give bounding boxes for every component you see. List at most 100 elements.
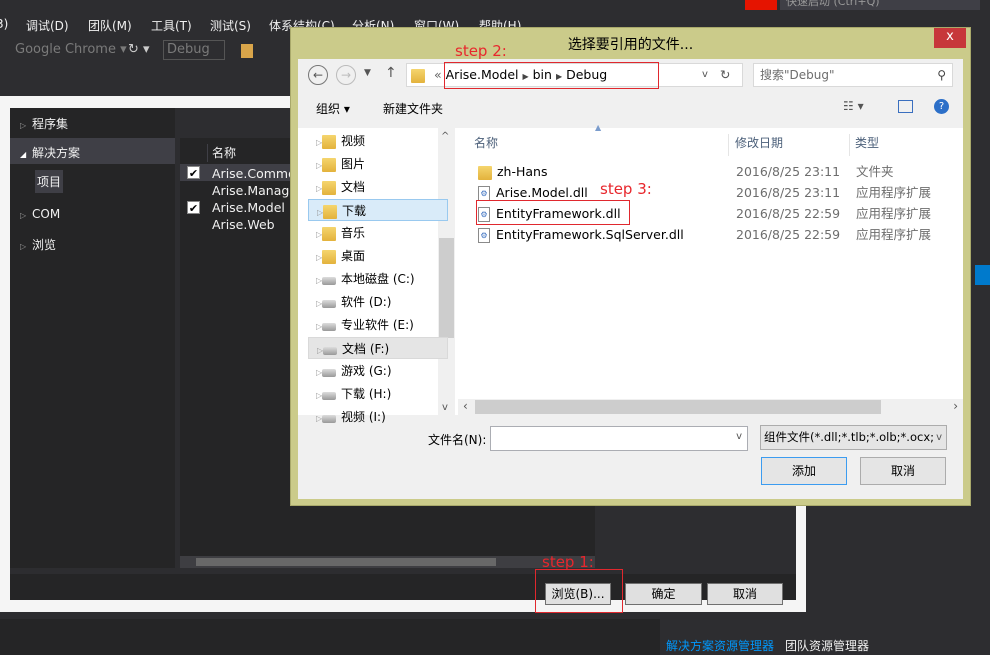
category-assemblies[interactable]: ▷ 程序集 (20, 115, 68, 132)
category-browse[interactable]: ▷ 浏览 (20, 236, 56, 253)
drive-icon (322, 277, 336, 285)
project-row[interactable]: Arise.Manage (212, 183, 297, 198)
menu-test[interactable]: 测试(S) (210, 17, 251, 34)
category-solution[interactable]: ◢ 解决方案 (10, 138, 175, 164)
config-dropdown[interactable]: Debug (163, 40, 225, 60)
file-row[interactable]: ⚙ EntityFramework.SqlServer.dll 2016/8/25 … (478, 225, 958, 245)
overflow-chevron[interactable]: « (434, 67, 442, 82)
expand-icon: ▷ (316, 253, 323, 262)
recent-dropdown-icon[interactable]: ▼ (364, 68, 371, 78)
expand-icon: ▷ (316, 391, 323, 400)
expand-icon: ▷ (316, 414, 323, 423)
list-scrollbar[interactable] (180, 556, 595, 568)
column-type[interactable]: 类型 (855, 134, 879, 151)
nav-item[interactable]: ▷ 图片 (308, 153, 448, 175)
category-com[interactable]: ▷ COM (20, 207, 60, 221)
file-type: 文件夹 (856, 164, 894, 179)
refresh-icon[interactable]: ↻ ▾ (128, 42, 150, 62)
category-projects[interactable]: 项目 (35, 170, 64, 193)
folder-icon (323, 204, 337, 219)
column-date[interactable]: 修改日期 (735, 134, 850, 156)
nav-item[interactable]: ▷ 软件 (D:) (308, 291, 448, 313)
refresh-icon[interactable]: ↻ (720, 64, 730, 86)
nav-item[interactable]: ▷ 游戏 (G:) (308, 360, 448, 382)
drive-icon (322, 300, 336, 308)
nav-item[interactable]: ▷ 专业软件 (E:) (308, 314, 448, 336)
nav-item[interactable]: ▷ 下载 (H:) (308, 383, 448, 405)
tab-team-explorer[interactable]: 团队资源管理器 (785, 637, 869, 654)
sort-arrow-icon: ▲ (595, 123, 602, 132)
nav-item-label: 下载 (H:) (341, 387, 392, 401)
nav-item-label: 专业软件 (E:) (341, 318, 414, 332)
browser-dropdown[interactable]: Google Chrome ▾ (15, 42, 127, 62)
project-checkbox[interactable]: ✔ (187, 201, 200, 215)
file-type: 应用程序扩展 (856, 206, 932, 221)
file-date: 2016/8/25 22:59 (736, 227, 841, 242)
expand-icon: ▷ (20, 121, 27, 130)
preview-pane-icon[interactable] (898, 100, 913, 113)
expand-icon: ▷ (20, 211, 27, 220)
menu-item[interactable]: 3) (0, 17, 8, 31)
nav-item[interactable]: ▷ 视频 (308, 130, 448, 152)
folder-icon (322, 134, 336, 149)
nav-item[interactable]: ▷ 文档 (F:) (308, 337, 448, 359)
search-icon: ⚲ (937, 68, 946, 82)
nav-item[interactable]: ▷ 文档 (308, 176, 448, 198)
step1-highlight (535, 569, 623, 613)
dll-file-icon: ⚙ (478, 186, 490, 201)
project-row[interactable]: Arise.Web (212, 217, 275, 232)
dialog-title: 选择要引用的文件... (567, 37, 694, 53)
collapse-icon: ◢ (20, 150, 27, 159)
file-date: 2016/8/25 23:11 (736, 185, 841, 200)
nav-item-label: 图片 (341, 157, 366, 171)
column-name[interactable]: 名称 (474, 134, 729, 156)
file-type-filter[interactable]: 组件文件(*.dll;*.tlb;*.olb;*.ocx; v (760, 425, 947, 450)
organize-button[interactable]: 组织 ▾ (316, 100, 350, 117)
ok-button[interactable]: 确定 (625, 583, 702, 605)
nav-item-label: 本地磁盘 (C:) (341, 272, 415, 286)
project-checkbox[interactable]: ✔ (187, 166, 200, 180)
menu-debug[interactable]: 调试(D) (26, 17, 69, 34)
dialog-body: ← → ▼ ↑ « Arise.Model ▶ bin ▶ Debug v ↻ … (298, 59, 963, 499)
address-dropdown-icon[interactable]: v (702, 64, 708, 86)
search-input[interactable]: 搜索"Debug" ⚲ (753, 63, 953, 87)
step3-label: step 3: (600, 180, 652, 198)
drive-icon (323, 347, 337, 355)
close-button[interactable]: x (934, 28, 966, 48)
notification-badge[interactable] (745, 0, 777, 10)
column-header-name[interactable]: 名称 (207, 144, 236, 162)
add-button[interactable]: 添加 (761, 457, 847, 485)
cancel-button[interactable]: 取消 (707, 583, 783, 605)
view-options-icon[interactable]: ☷ ▾ (843, 99, 864, 113)
forward-button[interactable]: → (336, 65, 356, 85)
nav-item-label: 软件 (D:) (341, 295, 392, 309)
file-date: 2016/8/25 23:11 (736, 164, 841, 179)
menu-team[interactable]: 团队(M) (88, 17, 132, 34)
quick-launch-input[interactable]: 快速启动 (Ctrl+Q) (780, 0, 980, 10)
nav-item[interactable]: ▷ 桌面 (308, 245, 448, 267)
help-icon[interactable]: ? (934, 99, 949, 114)
expand-icon: ▷ (316, 184, 323, 193)
folder-icon (322, 180, 336, 195)
file-name: Arise.Model.dll (496, 185, 588, 200)
cancel-button[interactable]: 取消 (860, 457, 946, 485)
chevron-down-icon: v (936, 426, 942, 449)
up-button[interactable]: ↑ (385, 65, 397, 81)
back-button[interactable]: ← (308, 65, 328, 85)
file-row[interactable]: zh-Hans 2016/8/25 23:11 文件夹 (478, 162, 958, 182)
new-folder-button[interactable]: 新建文件夹 (383, 100, 443, 117)
expand-icon: ▷ (316, 161, 323, 170)
tab-solution-explorer[interactable]: 解决方案资源管理器 (666, 637, 774, 654)
file-hscrollbar[interactable]: ‹ › (458, 399, 963, 415)
menu-tools[interactable]: 工具(T) (151, 17, 192, 34)
nav-item[interactable]: ▷ 本地磁盘 (C:) (308, 268, 448, 290)
nav-item[interactable]: ▷ 下载 (308, 199, 448, 221)
find-icon[interactable] (241, 44, 253, 58)
project-row[interactable]: Arise.Model (212, 200, 285, 215)
filename-input[interactable]: v (490, 426, 748, 451)
nav-item[interactable]: ▷ 音乐 (308, 222, 448, 244)
nav-item[interactable]: ▷ 视频 (I:) (308, 406, 448, 428)
expand-icon: ▷ (316, 230, 323, 239)
vs-bottom-panel (0, 619, 660, 655)
expand-icon: ▷ (316, 299, 323, 308)
